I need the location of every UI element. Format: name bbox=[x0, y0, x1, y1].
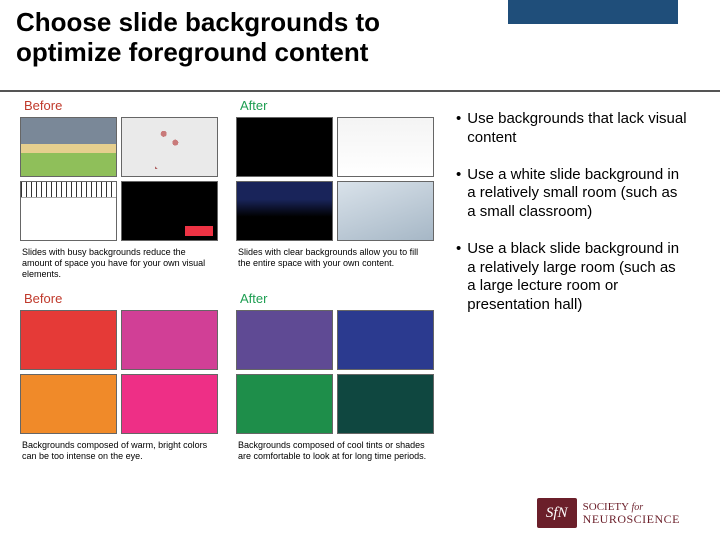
sfn-logo: SfN SOCIETY for NEUROSCIENCE bbox=[537, 490, 688, 540]
bullet-dot-icon: • bbox=[456, 240, 461, 315]
thumb-busy-branded bbox=[121, 181, 218, 241]
warm-grid bbox=[20, 310, 218, 434]
cool-grid bbox=[236, 310, 434, 434]
bullet-3: • Use a black slide background in a rela… bbox=[456, 240, 688, 315]
bullet-1-text: Use backgrounds that lack visual content bbox=[467, 110, 688, 148]
thumb-warm-hotpink bbox=[121, 374, 218, 434]
thumb-clear-white bbox=[337, 117, 434, 177]
bullet-dot-icon: • bbox=[456, 166, 461, 222]
before-col: Before Slides with busy backgrounds redu… bbox=[20, 98, 218, 279]
thumb-busy-landscape bbox=[20, 117, 117, 177]
before-col-colors: Before Backgrounds composed of warm, bri… bbox=[20, 291, 218, 462]
bullet-dot-icon: • bbox=[456, 110, 461, 148]
bullet-1: • Use backgrounds that lack visual conte… bbox=[456, 110, 688, 148]
slide-body: Before Slides with busy backgrounds redu… bbox=[0, 92, 720, 540]
example-pair-colors: Before Backgrounds composed of warm, bri… bbox=[20, 291, 450, 462]
caption-warm: Backgrounds composed of warm, bright col… bbox=[20, 440, 218, 462]
thumb-busy-dna bbox=[121, 117, 218, 177]
before-label: Before bbox=[20, 98, 218, 113]
sfn-logo-text: SOCIETY for NEUROSCIENCE bbox=[583, 502, 680, 525]
thumb-clear-lightgrad bbox=[337, 181, 434, 241]
logo-line2: NEUROSCIENCE bbox=[583, 513, 680, 525]
thumb-warm-magenta bbox=[121, 310, 218, 370]
caption-cool: Backgrounds composed of cool tints or sh… bbox=[236, 440, 434, 462]
sfn-logo-mark-icon: SfN bbox=[537, 498, 577, 528]
thumb-warm-orange bbox=[20, 374, 117, 434]
clear-grid bbox=[236, 117, 434, 241]
bullets-column: • Use backgrounds that lack visual conte… bbox=[450, 92, 700, 540]
after-col: After Slides with clear backgrounds allo… bbox=[236, 98, 434, 279]
after-label-2: After bbox=[236, 291, 434, 306]
caption-clear: Slides with clear backgrounds allow you … bbox=[236, 247, 434, 269]
busy-grid bbox=[20, 117, 218, 241]
bullet-2-text: Use a white slide background in a relati… bbox=[467, 166, 688, 222]
after-col-colors: After Backgrounds composed of cool tints… bbox=[236, 291, 434, 462]
logo-line1a: SOCIETY bbox=[583, 501, 629, 513]
bullet-3-text: Use a black slide background in a relati… bbox=[467, 240, 688, 315]
accent-bar bbox=[508, 0, 678, 24]
example-pair-backgrounds: Before Slides with busy backgrounds redu… bbox=[20, 98, 450, 279]
thumb-clear-darkblue bbox=[236, 181, 333, 241]
before-label-2: Before bbox=[20, 291, 218, 306]
caption-busy: Slides with busy backgrounds reduce the … bbox=[20, 247, 218, 279]
slide-title: Choose slide backgrounds to optimize for… bbox=[16, 8, 436, 68]
logo-line1b: for bbox=[631, 502, 643, 513]
slide-header: Choose slide backgrounds to optimize for… bbox=[0, 0, 720, 92]
thumb-cool-green bbox=[236, 374, 333, 434]
examples-column: Before Slides with busy backgrounds redu… bbox=[0, 92, 450, 540]
thumb-cool-violet bbox=[236, 310, 333, 370]
bullet-2: • Use a white slide background in a rela… bbox=[456, 166, 688, 222]
thumb-clear-black bbox=[236, 117, 333, 177]
thumb-warm-red bbox=[20, 310, 117, 370]
thumb-cool-navy bbox=[337, 310, 434, 370]
thumb-busy-notebook bbox=[20, 181, 117, 241]
thumb-cool-teal bbox=[337, 374, 434, 434]
after-label: After bbox=[236, 98, 434, 113]
